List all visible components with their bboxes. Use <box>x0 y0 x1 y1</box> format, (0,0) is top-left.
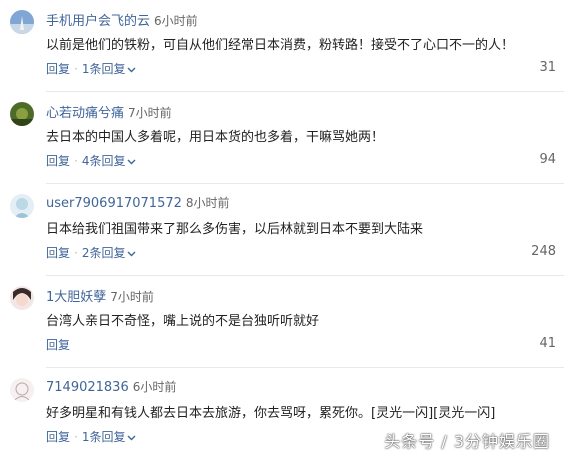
reply-button[interactable]: 回复 <box>46 338 70 352</box>
comment-username[interactable]: 手机用户会飞的云 6小时前 <box>46 10 198 29</box>
username-text[interactable]: 心若动痛兮痛 <box>46 106 124 121</box>
reply-count-label[interactable]: 1条回复 <box>82 62 126 76</box>
like-count[interactable]: 248 <box>531 244 556 259</box>
watermark: 头条号 / 3分钟娱乐圈 <box>384 432 550 451</box>
avatar[interactable] <box>10 102 34 126</box>
reply-count-link[interactable]: 1条回复 <box>82 62 137 76</box>
reply-count-label[interactable]: 2条回复 <box>82 246 126 260</box>
comment-actions: 回复 · 2条回复 <box>46 244 136 261</box>
username-text[interactable]: user7906917071572 <box>46 196 182 211</box>
reply-button[interactable]: 回复 <box>46 246 70 260</box>
comment-text: 去日本的中国人多着呢，用日本货的也多着，干嘛骂她两！ <box>46 130 385 145</box>
avatar-sketch-icon <box>10 378 34 402</box>
comment-time: 6小时前 <box>132 380 177 394</box>
comment-text: 以前是他们的铁粉，可自从他们经常日本消费，粉转路！接受不了心口不一的人！ <box>46 38 515 53</box>
reply-button[interactable]: 回复 <box>46 430 70 444</box>
comment-item: user7906917071572 8小时前 日本给我们祖国带来了那么多伤害，以后… <box>0 184 564 276</box>
comment-time: 7小时前 <box>110 290 154 304</box>
avatar[interactable] <box>10 10 34 34</box>
comment-item: 1大胆妖孽 7小时前 台湾人亲日不奇怪，嘴上说的不是台独听听就好 回复 41 <box>0 276 564 368</box>
action-separator: · <box>74 154 78 168</box>
comment-text: 台湾人亲日不奇怪，嘴上说的不是台独听听就好 <box>46 314 320 329</box>
reply-count-link[interactable]: 1条回复 <box>82 430 137 444</box>
comment-time: 8小时前 <box>185 196 230 210</box>
comment-username[interactable]: user7906917071572 8小时前 <box>46 194 230 211</box>
username-text[interactable]: 1大胆妖孽 <box>46 290 106 305</box>
avatar[interactable] <box>10 378 34 402</box>
avatar[interactable] <box>10 194 34 218</box>
comment-actions: 回复 · 1条回复 <box>46 60 136 77</box>
comment-actions: 回复 · 4条回复 <box>46 152 136 169</box>
reply-count-link[interactable]: 2条回复 <box>82 246 137 260</box>
username-text[interactable]: 7149021836 <box>46 380 129 395</box>
comment-text: 好多明星和有钱人都去日本去旅游，你去骂呀，累死你。[灵光一闪][灵光一闪] <box>46 406 496 421</box>
reply-count-label[interactable]: 4条回复 <box>82 154 126 168</box>
avatar-default-icon <box>10 194 34 218</box>
reply-button[interactable]: 回复 <box>46 154 70 168</box>
comment-username[interactable]: 1大胆妖孽 7小时前 <box>46 286 154 305</box>
chevron-down-icon[interactable] <box>127 159 136 165</box>
comment-item: 手机用户会飞的云 6小时前 以前是他们的铁粉，可自从他们经常日本消费，粉转路！接受… <box>0 0 564 92</box>
avatar[interactable] <box>10 286 34 310</box>
avatar-nature-icon <box>10 102 34 126</box>
action-separator: · <box>74 62 78 76</box>
chevron-down-icon[interactable] <box>127 67 136 73</box>
avatar-landscape-icon <box>10 10 34 34</box>
comment-actions: 回复 · 1条回复 <box>46 428 136 445</box>
username-text[interactable]: 手机用户会飞的云 <box>46 14 150 29</box>
like-count[interactable]: 41 <box>539 336 556 351</box>
reply-count-label[interactable]: 1条回复 <box>82 430 126 444</box>
action-separator: · <box>74 246 78 260</box>
action-separator: · <box>74 430 78 444</box>
comment-username[interactable]: 7149021836 6小时前 <box>46 378 176 395</box>
comment-username[interactable]: 心若动痛兮痛 7小时前 <box>46 102 172 121</box>
chevron-down-icon[interactable] <box>127 251 136 257</box>
comment-text: 日本给我们祖国带来了那么多伤害，以后林就到日本不要到大陆来 <box>46 222 424 237</box>
comment-time: 6小时前 <box>154 14 198 28</box>
chevron-down-icon[interactable] <box>127 435 136 441</box>
reply-button[interactable]: 回复 <box>46 62 70 76</box>
comment-time: 7小时前 <box>128 106 172 120</box>
reply-count-link[interactable]: 4条回复 <box>82 154 137 168</box>
avatar-anime-icon <box>10 286 34 310</box>
comment-item: 心若动痛兮痛 7小时前 去日本的中国人多着呢，用日本货的也多着，干嘛骂她两！ 回复… <box>0 92 564 184</box>
like-count[interactable]: 94 <box>539 152 556 167</box>
like-count[interactable]: 31 <box>539 60 556 75</box>
comment-actions: 回复 <box>46 336 70 353</box>
